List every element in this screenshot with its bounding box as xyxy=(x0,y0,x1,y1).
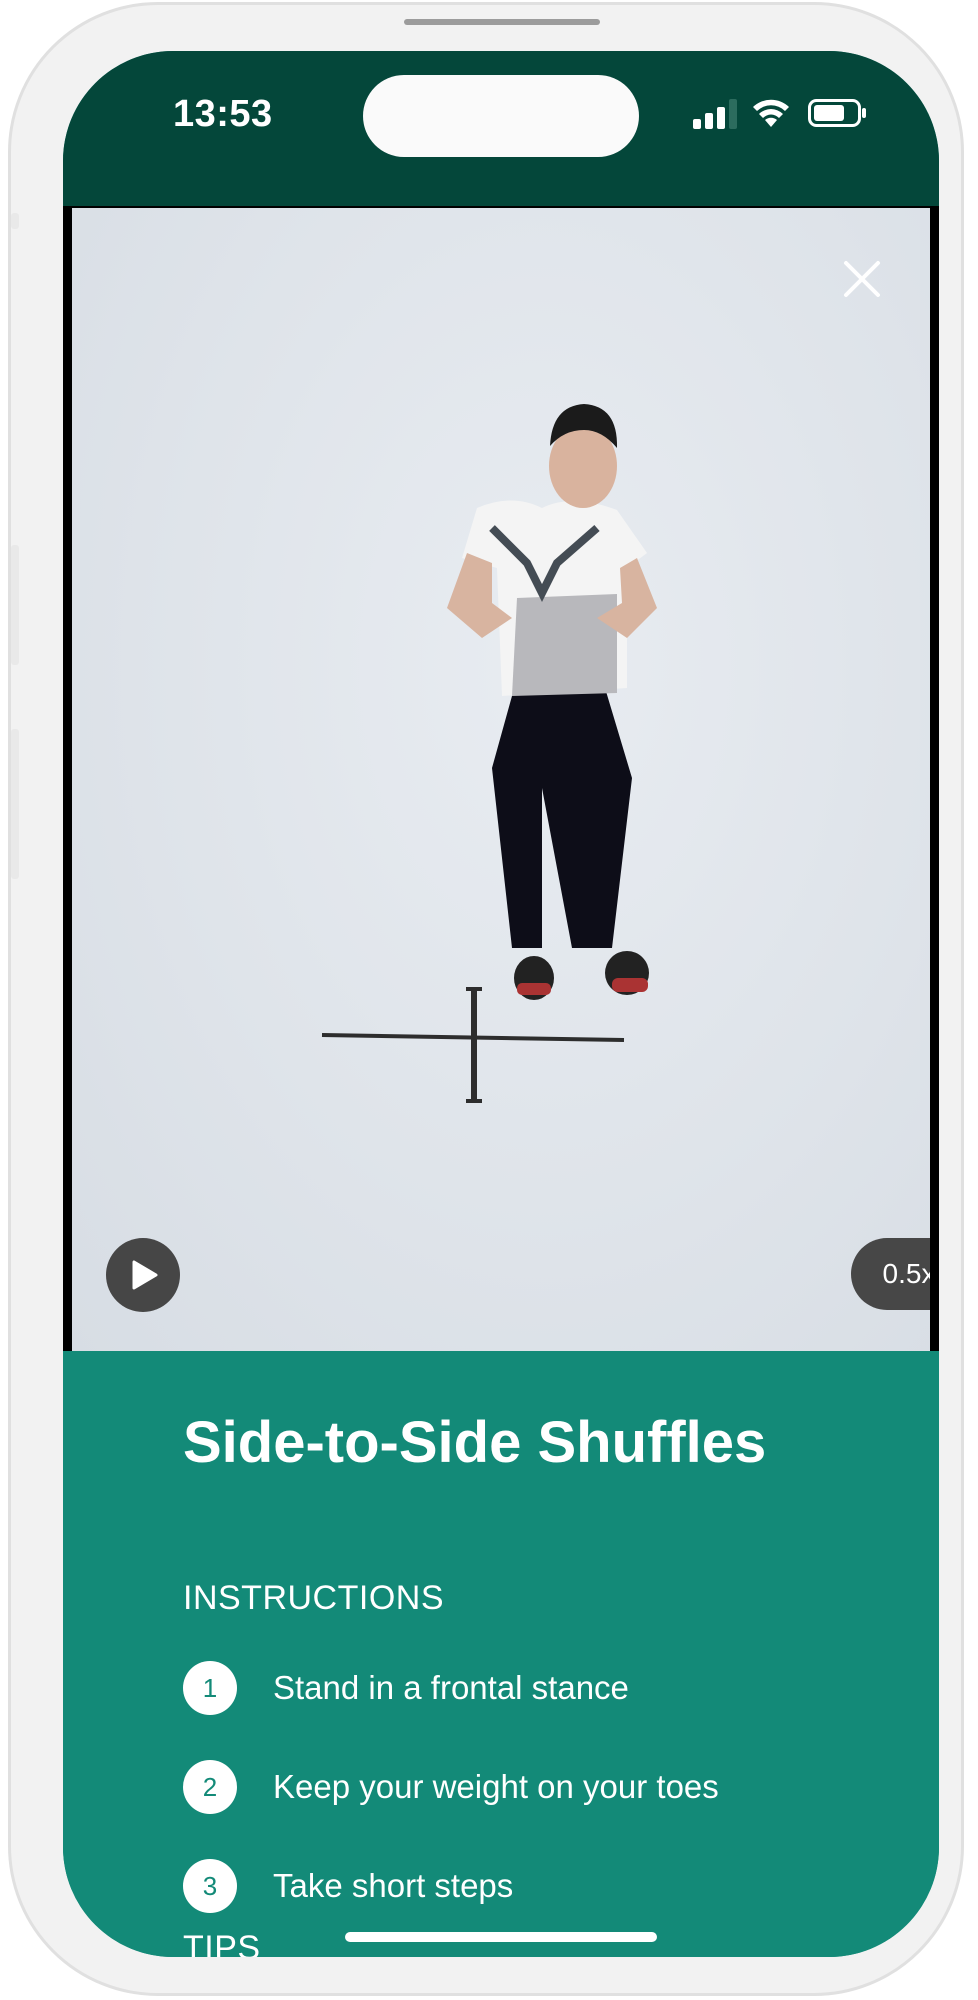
wifi-icon xyxy=(753,99,789,127)
exercise-title: Side-to-Side Shuffles xyxy=(183,1410,767,1475)
exercise-video-frame: 0.5x xyxy=(72,208,930,1351)
step-text: Take short steps xyxy=(273,1867,514,1904)
close-icon[interactable] xyxy=(842,259,882,299)
screen: 13:53 0.5x Side-to-Side Shuffles INSTRUC… xyxy=(63,51,939,1957)
instruction-step: 2 Keep your weight on your toes xyxy=(183,1760,883,1814)
playback-speed-button[interactable]: 0.5x xyxy=(851,1238,930,1310)
video-player[interactable]: 0.5x xyxy=(63,206,939,1351)
step-number-badge: 2 xyxy=(183,1760,237,1814)
play-button[interactable] xyxy=(106,1238,180,1312)
status-time: 13:53 xyxy=(173,93,273,135)
play-icon xyxy=(132,1260,158,1290)
home-indicator[interactable] xyxy=(345,1932,657,1942)
exercise-details: Side-to-Side Shuffles INSTRUCTIONS 1 Sta… xyxy=(63,1351,939,1957)
tips-heading: TIPS xyxy=(183,1929,261,1957)
volume-down-button xyxy=(11,729,19,879)
instruction-step: 1 Stand in a frontal stance xyxy=(183,1661,883,1715)
dynamic-island xyxy=(363,75,639,157)
instruction-step: 3 Take short steps xyxy=(183,1859,883,1913)
silent-switch xyxy=(11,213,19,229)
volume-up-button xyxy=(11,545,19,665)
step-text: Keep your weight on your toes xyxy=(273,1768,719,1805)
step-text: Stand in a frontal stance xyxy=(273,1669,629,1706)
battery-icon xyxy=(808,99,866,127)
cellular-signal-icon xyxy=(693,99,737,129)
athlete-figure xyxy=(321,404,657,1103)
speaker-grille xyxy=(404,19,600,25)
status-bar: 13:53 xyxy=(63,51,939,206)
phone-frame: 13:53 0.5x Side-to-Side Shuffles INSTRUC… xyxy=(8,2,964,1996)
instructions-heading: INSTRUCTIONS xyxy=(183,1579,444,1617)
step-number-badge: 1 xyxy=(183,1661,237,1715)
step-number-badge: 3 xyxy=(183,1859,237,1913)
